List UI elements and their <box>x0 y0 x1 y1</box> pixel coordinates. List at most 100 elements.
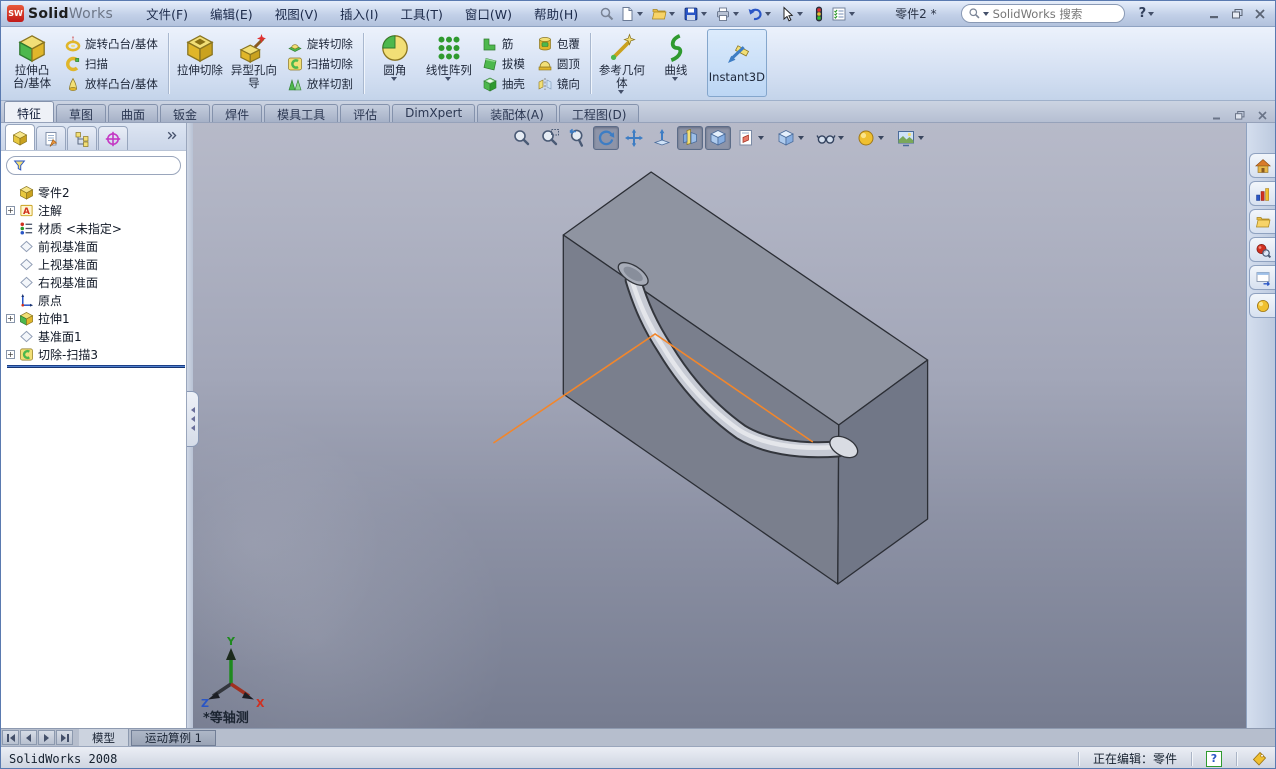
zoom-to-fit-button[interactable] <box>509 126 535 150</box>
loft-cut-button[interactable]: 放样切割 <box>283 74 357 94</box>
doc-close-button[interactable] <box>1258 105 1267 124</box>
dropdown-arrow-icon[interactable] <box>733 11 740 16</box>
tree-item-right-plane[interactable]: 右视基准面 <box>6 273 186 291</box>
zoom-to-area-button[interactable] <box>537 126 563 150</box>
dome-button[interactable]: 圆顶 <box>533 54 584 74</box>
tab-mold-tools[interactable]: 模具工具 <box>264 104 339 122</box>
tree-item-origin[interactable]: 原点 <box>6 291 186 309</box>
undo-button[interactable] <box>745 5 777 23</box>
tab-configuration-manager[interactable] <box>67 126 97 150</box>
file-explorer-button[interactable] <box>1249 209 1275 234</box>
solidworks-search-box[interactable] <box>960 4 1125 23</box>
menu-insert[interactable]: 插入(I) <box>329 1 389 26</box>
tree-item-front-plane[interactable]: 前视基准面 <box>6 237 186 255</box>
search-results-button[interactable] <box>1249 237 1275 262</box>
doc-minimize-button[interactable] <box>1213 105 1222 124</box>
previous-view-button[interactable] <box>565 126 591 150</box>
tab-property-manager[interactable] <box>36 126 66 150</box>
menu-window[interactable]: 窗口(W) <box>454 1 523 26</box>
tree-item-cut-sweep3[interactable]: + 切除-扫描3 <box>6 345 186 363</box>
hide-show-items-button[interactable] <box>773 126 811 150</box>
sweep-button[interactable]: 扫描 <box>61 54 162 74</box>
panel-overflow-chevron[interactable] <box>165 127 182 150</box>
tree-item-extrude1[interactable]: + 拉伸1 <box>6 309 186 327</box>
tab-motion-study[interactable]: 运动算例 1 <box>131 730 216 746</box>
next-tab-button[interactable] <box>38 730 55 745</box>
dropdown-arrow-icon[interactable] <box>765 11 772 16</box>
graphics-viewport[interactable]: Y Z X *等轴测 <box>193 123 1246 728</box>
tab-surfaces[interactable]: 曲面 <box>108 104 159 122</box>
search-input[interactable] <box>992 6 1101 21</box>
wrap-button[interactable]: 包覆 <box>533 34 584 54</box>
rib-button[interactable]: 筋 <box>478 34 529 54</box>
revolve-boss-button[interactable]: 旋转凸台/基体 <box>61 34 162 54</box>
view-settings-button[interactable] <box>813 126 851 150</box>
curves-button[interactable]: 曲线 <box>649 30 703 98</box>
hole-wizard-button[interactable]: 异型孔向导 <box>227 30 281 98</box>
tab-weldments[interactable]: 焊件 <box>212 104 263 122</box>
close-button[interactable] <box>1255 8 1265 19</box>
fillet-button[interactable]: 圆角 <box>368 30 422 98</box>
tab-sheet-metal[interactable]: 钣金 <box>160 104 211 122</box>
draft-button[interactable]: 拔模 <box>478 54 529 74</box>
solidworks-resources-button[interactable] <box>1249 153 1275 178</box>
normal-to-button[interactable] <box>649 126 675 150</box>
tab-dimxpert[interactable]: DimXpert <box>392 104 476 122</box>
open-document-button[interactable] <box>649 5 681 23</box>
menu-file[interactable]: 文件(F) <box>135 1 199 26</box>
mirror-button[interactable]: 镜向 <box>533 74 584 94</box>
dropdown-arrow-icon[interactable] <box>701 11 708 16</box>
dropdown-arrow-icon[interactable] <box>797 136 804 140</box>
dropdown-arrow-icon[interactable] <box>637 11 644 16</box>
previous-tab-button[interactable] <box>20 730 37 745</box>
restore-button[interactable] <box>1232 8 1243 19</box>
quick-tips-icon[interactable]: ? <box>1206 750 1222 767</box>
tab-model[interactable]: 模型 <box>79 729 129 746</box>
dropdown-arrow-icon[interactable] <box>877 136 884 140</box>
tree-item-material[interactable]: 材质 <未指定> <box>6 219 186 237</box>
tree-item-annotations[interactable]: + 注解 <box>6 201 186 219</box>
expand-icon[interactable]: + <box>6 313 15 323</box>
print-button[interactable] <box>713 5 745 23</box>
apply-scene-button[interactable] <box>893 126 931 150</box>
dropdown-arrow-icon[interactable] <box>837 136 844 140</box>
view-palette-button[interactable] <box>1249 265 1275 290</box>
dropdown-arrow-icon[interactable] <box>617 89 624 94</box>
tree-item-plane1[interactable]: 基准面1 <box>6 327 186 345</box>
dropdown-arrow-icon[interactable] <box>797 11 804 16</box>
rollback-bar[interactable] <box>7 365 185 368</box>
dropdown-arrow-icon[interactable] <box>757 136 764 140</box>
dropdown-arrow-icon[interactable] <box>917 136 924 140</box>
tab-dimxpert-manager[interactable] <box>98 126 128 150</box>
tree-root-part[interactable]: 零件2 <box>6 183 186 201</box>
extrude-cut-button[interactable]: 拉伸切除 <box>173 30 227 98</box>
instant3d-button[interactable]: Instant3D <box>706 29 767 97</box>
quick-search-icon[interactable] <box>597 5 617 23</box>
section-view-button[interactable] <box>676 126 703 150</box>
extrude-boss-button[interactable]: 拉伸凸台/基体 <box>5 30 59 98</box>
revolve-cut-button[interactable]: 旋转切除 <box>283 34 357 54</box>
dropdown-arrow-icon[interactable] <box>669 11 676 16</box>
tag-icon[interactable] <box>1251 751 1267 767</box>
tab-sketch[interactable]: 草图 <box>56 104 107 122</box>
search-dropdown-icon[interactable] <box>982 11 989 16</box>
rotate-view-button[interactable] <box>592 126 619 150</box>
panel-collapse-handle[interactable] <box>187 391 199 447</box>
sweep-cut-button[interactable]: 扫描切除 <box>283 54 357 74</box>
appearances-button[interactable] <box>1249 293 1275 318</box>
pan-button[interactable] <box>621 126 647 150</box>
dropdown-arrow-icon[interactable] <box>390 76 397 81</box>
menu-view[interactable]: 视图(V) <box>264 1 329 26</box>
design-library-button[interactable] <box>1249 181 1275 206</box>
tab-features[interactable]: 特征 <box>4 101 55 122</box>
tree-item-top-plane[interactable]: 上视基准面 <box>6 255 186 273</box>
tab-drawing[interactable]: 工程图(D) <box>558 104 640 122</box>
dropdown-arrow-icon[interactable] <box>849 11 856 16</box>
tree-filter-box[interactable] <box>6 156 181 175</box>
shell-button[interactable]: 抽壳 <box>478 74 529 94</box>
linear-pattern-button[interactable]: 线性阵列 <box>422 30 476 98</box>
dropdown-arrow-icon[interactable] <box>444 76 451 81</box>
display-style-button[interactable] <box>733 126 771 150</box>
dropdown-arrow-icon[interactable] <box>671 76 678 81</box>
tab-evaluate[interactable]: 评估 <box>340 104 391 122</box>
